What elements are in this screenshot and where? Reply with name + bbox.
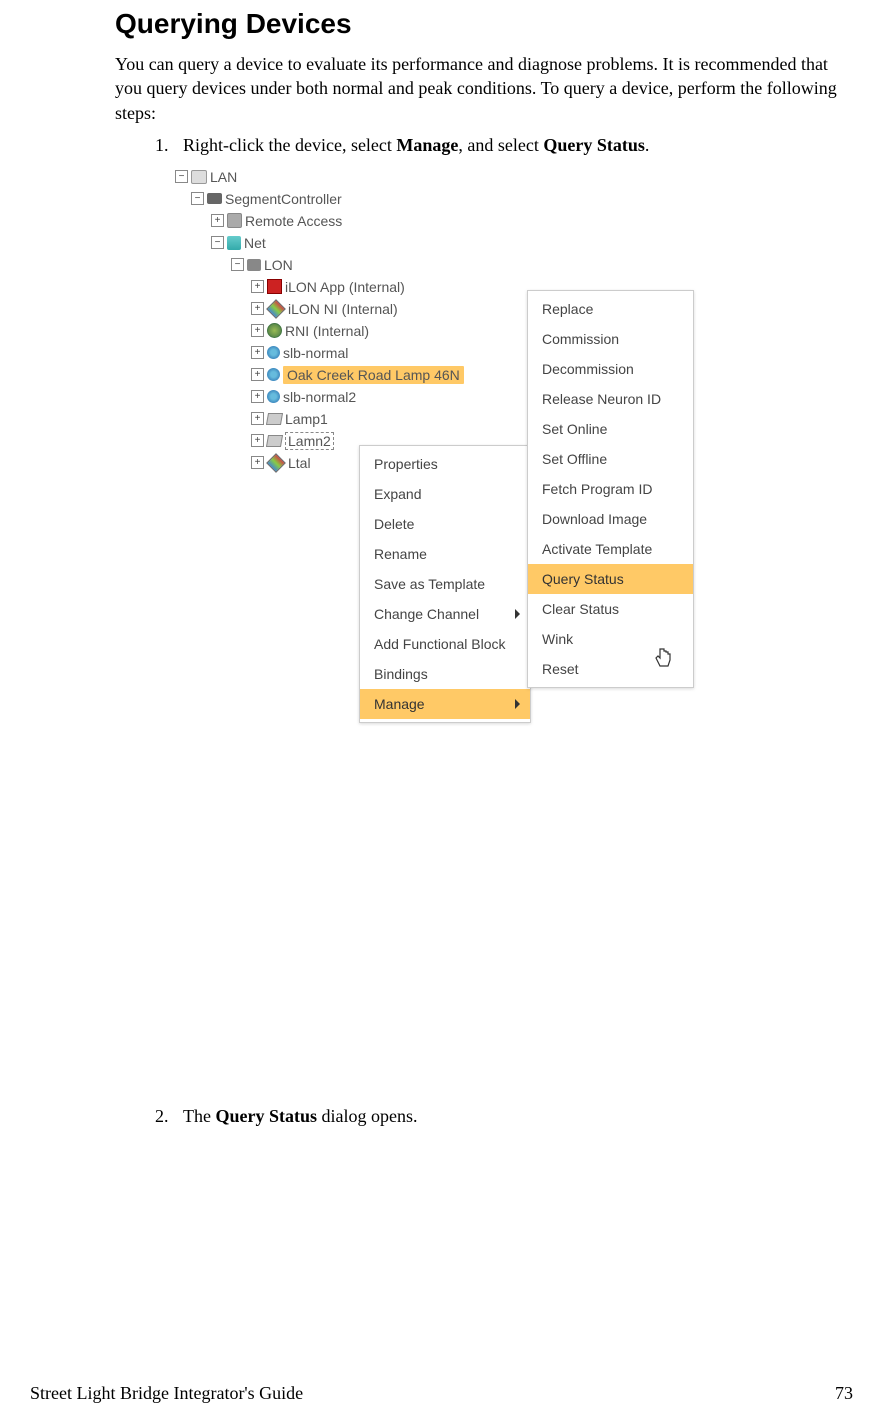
step2-pre: The [183, 1106, 215, 1126]
plus-icon[interactable]: + [251, 412, 264, 425]
tree-label-selected: Oak Creek Road Lamp 46N [283, 366, 464, 384]
step-2: The Query Status dialog opens. [173, 1106, 853, 1127]
lamp-icon [266, 413, 283, 425]
menu-label: Change Channel [374, 606, 479, 622]
tree-label: LAN [210, 169, 237, 185]
plus-icon[interactable]: + [251, 434, 264, 447]
menu-download-image[interactable]: Download Image [528, 504, 693, 534]
footer-title: Street Light Bridge Integrator's Guide [30, 1383, 303, 1404]
hand-cursor-icon [653, 646, 675, 676]
minus-icon[interactable]: − [175, 170, 188, 183]
tree-net[interactable]: − Net [175, 232, 705, 254]
step-1: Right-click the device, select Manage, a… [173, 135, 853, 1098]
plus-icon[interactable]: + [251, 280, 264, 293]
menu-delete[interactable]: Delete [360, 509, 530, 539]
minus-icon[interactable]: − [191, 192, 204, 205]
tree-label: SegmentController [225, 191, 342, 207]
page-footer: Street Light Bridge Integrator's Guide 7… [0, 1383, 893, 1404]
screenshot-tree-menus: −LAN −SegmentController +Remote Access −… [175, 162, 705, 1098]
diamond-icon [266, 299, 286, 319]
menu-properties[interactable]: Properties [360, 449, 530, 479]
plus-icon[interactable]: + [251, 390, 264, 403]
intro-paragraph: You can query a device to evaluate its p… [115, 52, 853, 125]
menu-add-functional-block[interactable]: Add Functional Block [360, 629, 530, 659]
tree-label: Remote Access [245, 213, 342, 229]
tree-label: Lamp1 [285, 411, 328, 427]
plus-icon[interactable]: + [251, 456, 264, 469]
tree-label: slb-normal2 [283, 389, 356, 405]
step1-mid: , and select [458, 135, 543, 155]
tree-label: Net [244, 235, 266, 251]
tree-lan[interactable]: − LAN [175, 166, 705, 188]
tree-lon[interactable]: − LON [175, 254, 705, 276]
menu-activate-template[interactable]: Activate Template [528, 534, 693, 564]
device-icon [267, 346, 280, 359]
ilon-app-icon [267, 279, 282, 294]
menu-decommission[interactable]: Decommission [528, 354, 693, 384]
minus-icon[interactable]: − [211, 236, 224, 249]
footer-page-number: 73 [835, 1383, 853, 1404]
tree-label: Ltal [288, 455, 311, 471]
ltal-icon [266, 453, 286, 473]
menu-save-as-template[interactable]: Save as Template [360, 569, 530, 599]
tree-label: slb-normal [283, 345, 348, 361]
menu-commission[interactable]: Commission [528, 324, 693, 354]
minus-icon[interactable]: − [231, 258, 244, 271]
device-icon [267, 390, 280, 403]
tree-label: RNI (Internal) [285, 323, 369, 339]
tree-label: iLON NI (Internal) [288, 301, 398, 317]
context-menu-primary: Properties Expand Delete Rename Save as … [359, 445, 531, 723]
plus-icon[interactable]: + [211, 214, 224, 227]
tree-remote-access[interactable]: + Remote Access [175, 210, 705, 232]
plus-icon[interactable]: + [251, 346, 264, 359]
tree-label: LON [264, 257, 293, 273]
menu-replace[interactable]: Replace [528, 294, 693, 324]
tree-label: iLON App (Internal) [285, 279, 405, 295]
step2-query-status: Query Status [215, 1106, 317, 1126]
plus-icon[interactable]: + [251, 324, 264, 337]
menu-expand[interactable]: Expand [360, 479, 530, 509]
net-icon [227, 236, 241, 250]
plus-icon[interactable]: + [251, 368, 264, 381]
step1-text: Right-click the device, select [183, 135, 396, 155]
menu-manage[interactable]: Manage [360, 689, 530, 719]
submenu-arrow-icon [515, 609, 520, 619]
submenu-arrow-icon [515, 699, 520, 709]
menu-label: Manage [374, 696, 425, 712]
controller-icon [207, 193, 222, 204]
menu-clear-status[interactable]: Clear Status [528, 594, 693, 624]
device-icon [267, 368, 280, 381]
lan-icon [191, 170, 207, 184]
tree-segment-controller[interactable]: − SegmentController [175, 188, 705, 210]
menu-query-status[interactable]: Query Status [528, 564, 693, 594]
lon-icon [247, 259, 261, 271]
step1-post: . [645, 135, 650, 155]
menu-release-neuron-id[interactable]: Release Neuron ID [528, 384, 693, 414]
plus-icon[interactable]: + [251, 302, 264, 315]
menu-set-offline[interactable]: Set Offline [528, 444, 693, 474]
lamp-icon [266, 435, 283, 447]
step1-query-status: Query Status [543, 135, 645, 155]
rni-icon [267, 323, 282, 338]
menu-rename[interactable]: Rename [360, 539, 530, 569]
tree-label: Lamn2 [285, 432, 334, 450]
remote-icon [227, 213, 242, 228]
page-title: Querying Devices [115, 8, 853, 40]
context-menu-manage-submenu: Replace Commission Decommission Release … [527, 290, 694, 688]
menu-set-online[interactable]: Set Online [528, 414, 693, 444]
menu-bindings[interactable]: Bindings [360, 659, 530, 689]
menu-fetch-program-id[interactable]: Fetch Program ID [528, 474, 693, 504]
menu-change-channel[interactable]: Change Channel [360, 599, 530, 629]
step1-manage: Manage [396, 135, 458, 155]
step2-post: dialog opens. [317, 1106, 418, 1126]
